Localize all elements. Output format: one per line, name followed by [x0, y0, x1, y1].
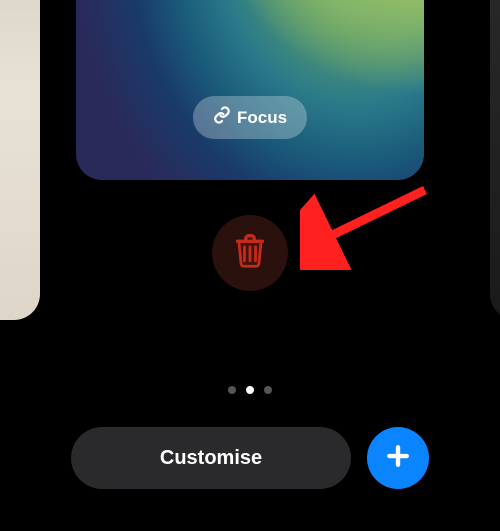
focus-pill[interactable]: Focus: [193, 96, 307, 139]
page-dot: [228, 386, 236, 394]
delete-wallpaper-button[interactable]: [212, 215, 288, 291]
wallpaper-art: [124, 0, 424, 180]
bottom-toolbar: Customise: [0, 427, 500, 489]
page-dot: [264, 386, 272, 394]
trash-icon: [233, 233, 267, 274]
wallpaper-preview-next[interactable]: [490, 0, 500, 320]
customise-button[interactable]: Customise: [71, 427, 351, 489]
wallpaper-preview-current[interactable]: Focus: [76, 0, 424, 180]
add-wallpaper-button[interactable]: [367, 427, 429, 489]
plus-icon: [383, 441, 413, 476]
page-indicator: [228, 386, 272, 394]
page-dot-active: [246, 386, 254, 394]
focus-label: Focus: [237, 108, 287, 128]
link-icon: [213, 106, 231, 129]
customise-label: Customise: [160, 447, 262, 470]
wallpaper-preview-prev[interactable]: [0, 0, 40, 320]
